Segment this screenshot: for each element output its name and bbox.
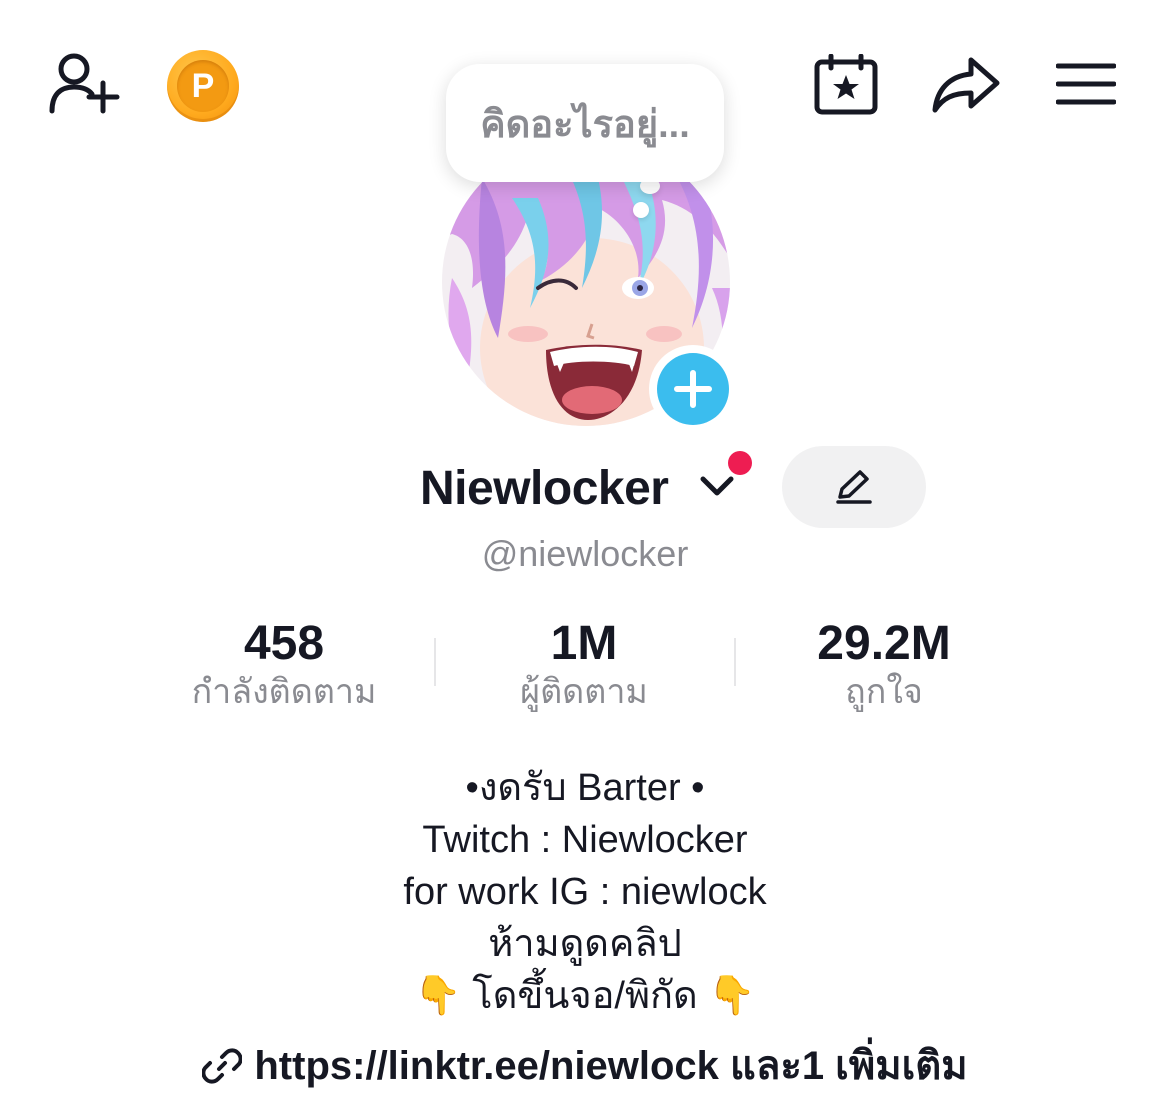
- profile-bio: •งดรับ Barter • Twitch : Niewlocker for …: [0, 762, 1170, 1022]
- link-text[interactable]: https://linktr.ee/niewlock และ1 เพิ่มเติ…: [254, 1038, 967, 1094]
- calendar-button[interactable]: [811, 52, 881, 118]
- stat-label: ผู้ติดตาม: [520, 673, 648, 711]
- plus-icon: [657, 353, 729, 425]
- profile-link[interactable]: https://linktr.ee/niewlock และ1 เพิ่มเติ…: [0, 1038, 1170, 1094]
- bio-line: Twitch : Niewlocker: [422, 819, 748, 861]
- stat-label: ถูกใจ: [845, 673, 923, 711]
- chevron-down-icon[interactable]: [699, 474, 735, 498]
- add-friend-icon: [49, 53, 120, 114]
- add-friend-button[interactable]: [46, 48, 122, 120]
- coin-icon: P: [167, 50, 239, 122]
- share-button[interactable]: [930, 52, 1002, 116]
- note-bubble[interactable]: คิดอะไรอยู่...: [446, 64, 724, 182]
- menu-icon: [1056, 63, 1116, 105]
- note-placeholder: คิดอะไรอยู่...: [480, 103, 690, 146]
- bio-line: ห้ามดูดคลิป: [488, 923, 682, 965]
- stat-label: กำลังติดตาม: [191, 673, 377, 711]
- notification-dot: [728, 451, 752, 475]
- coin-button[interactable]: P: [167, 50, 239, 122]
- pencil-icon: [836, 470, 872, 504]
- calendar-star-icon: [814, 54, 878, 115]
- stat-followers[interactable]: 1M ผู้ติดตาม: [434, 616, 734, 712]
- add-story-button[interactable]: [649, 345, 737, 433]
- stat-value: 1M: [550, 617, 618, 670]
- stat-likes[interactable]: 29.2M ถูกใจ: [734, 616, 1034, 712]
- bubble-tail-dot: [633, 202, 649, 218]
- profile-name[interactable]: Niewlocker: [420, 460, 669, 518]
- link-icon: [202, 1048, 243, 1084]
- stat-following[interactable]: 458 กำลังติดตาม: [134, 616, 434, 712]
- menu-button[interactable]: [1056, 58, 1116, 110]
- bio-line: 👇 โดขึ้นจอ/พิกัด 👇: [414, 975, 756, 1017]
- bio-line: for work IG : niewlock: [403, 871, 767, 913]
- share-icon: [932, 57, 1000, 113]
- stat-value: 458: [243, 617, 325, 670]
- profile-handle: @niewlocker: [481, 533, 689, 574]
- edit-profile-button[interactable]: [782, 446, 926, 528]
- bio-line: •งดรับ Barter •: [465, 767, 705, 809]
- coin-letter: P: [177, 60, 229, 112]
- stat-value: 29.2M: [817, 617, 951, 670]
